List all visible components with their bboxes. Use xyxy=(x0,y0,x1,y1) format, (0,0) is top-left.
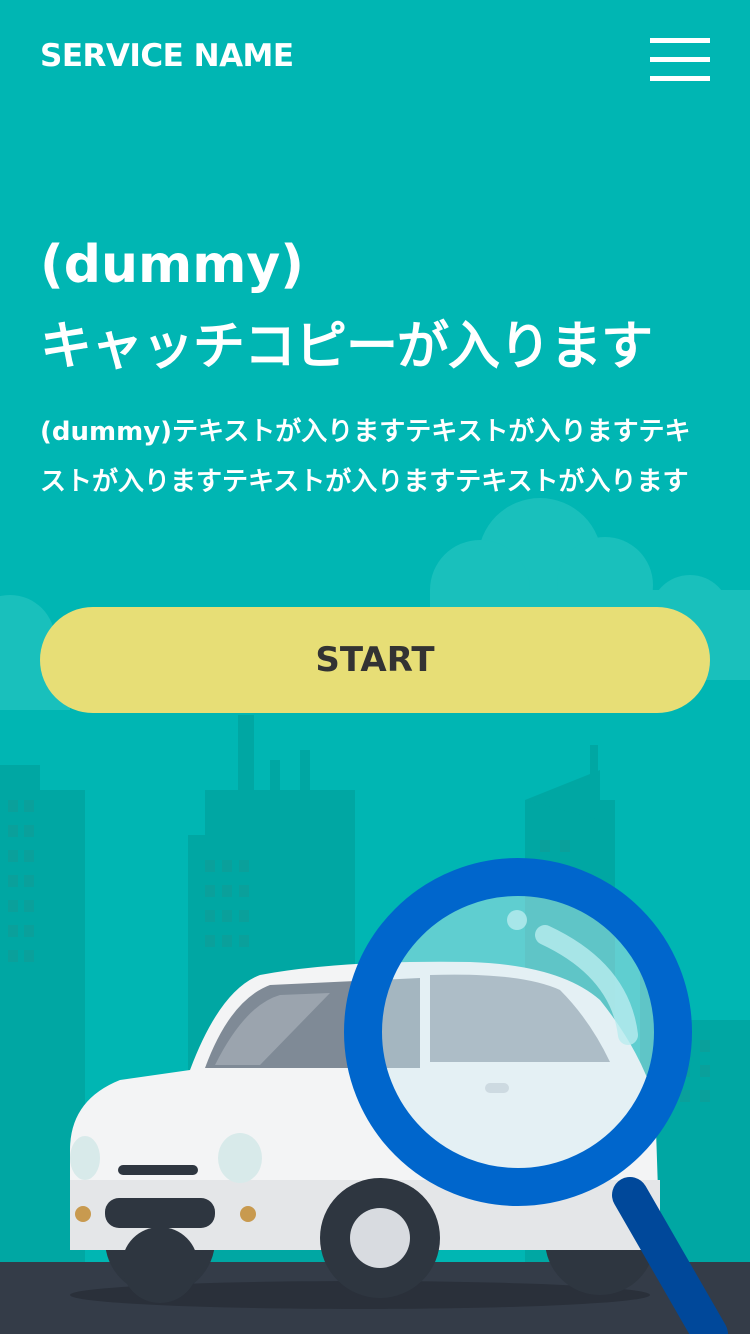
start-button[interactable]: START xyxy=(40,607,710,713)
hamburger-menu-icon xyxy=(650,38,710,43)
hero-title: キャッチコピーが入ります xyxy=(40,317,653,377)
hero-description: (dummy)テキストが入りますテキストが入りますテキストが入りますテキストが入… xyxy=(40,417,691,497)
hamburger-menu-button[interactable] xyxy=(650,38,710,82)
hero-section: (dummy) キャッチコピーが入ります (dummy)テキストが入りますテキス… xyxy=(40,235,720,507)
service-name-logo[interactable]: SERVICE NAME xyxy=(40,38,294,74)
hero-subtitle: (dummy) xyxy=(40,235,305,295)
hamburger-menu-icon-bar xyxy=(650,57,710,62)
hamburger-menu-icon-bar xyxy=(650,76,710,81)
header: SERVICE NAME xyxy=(0,0,750,120)
